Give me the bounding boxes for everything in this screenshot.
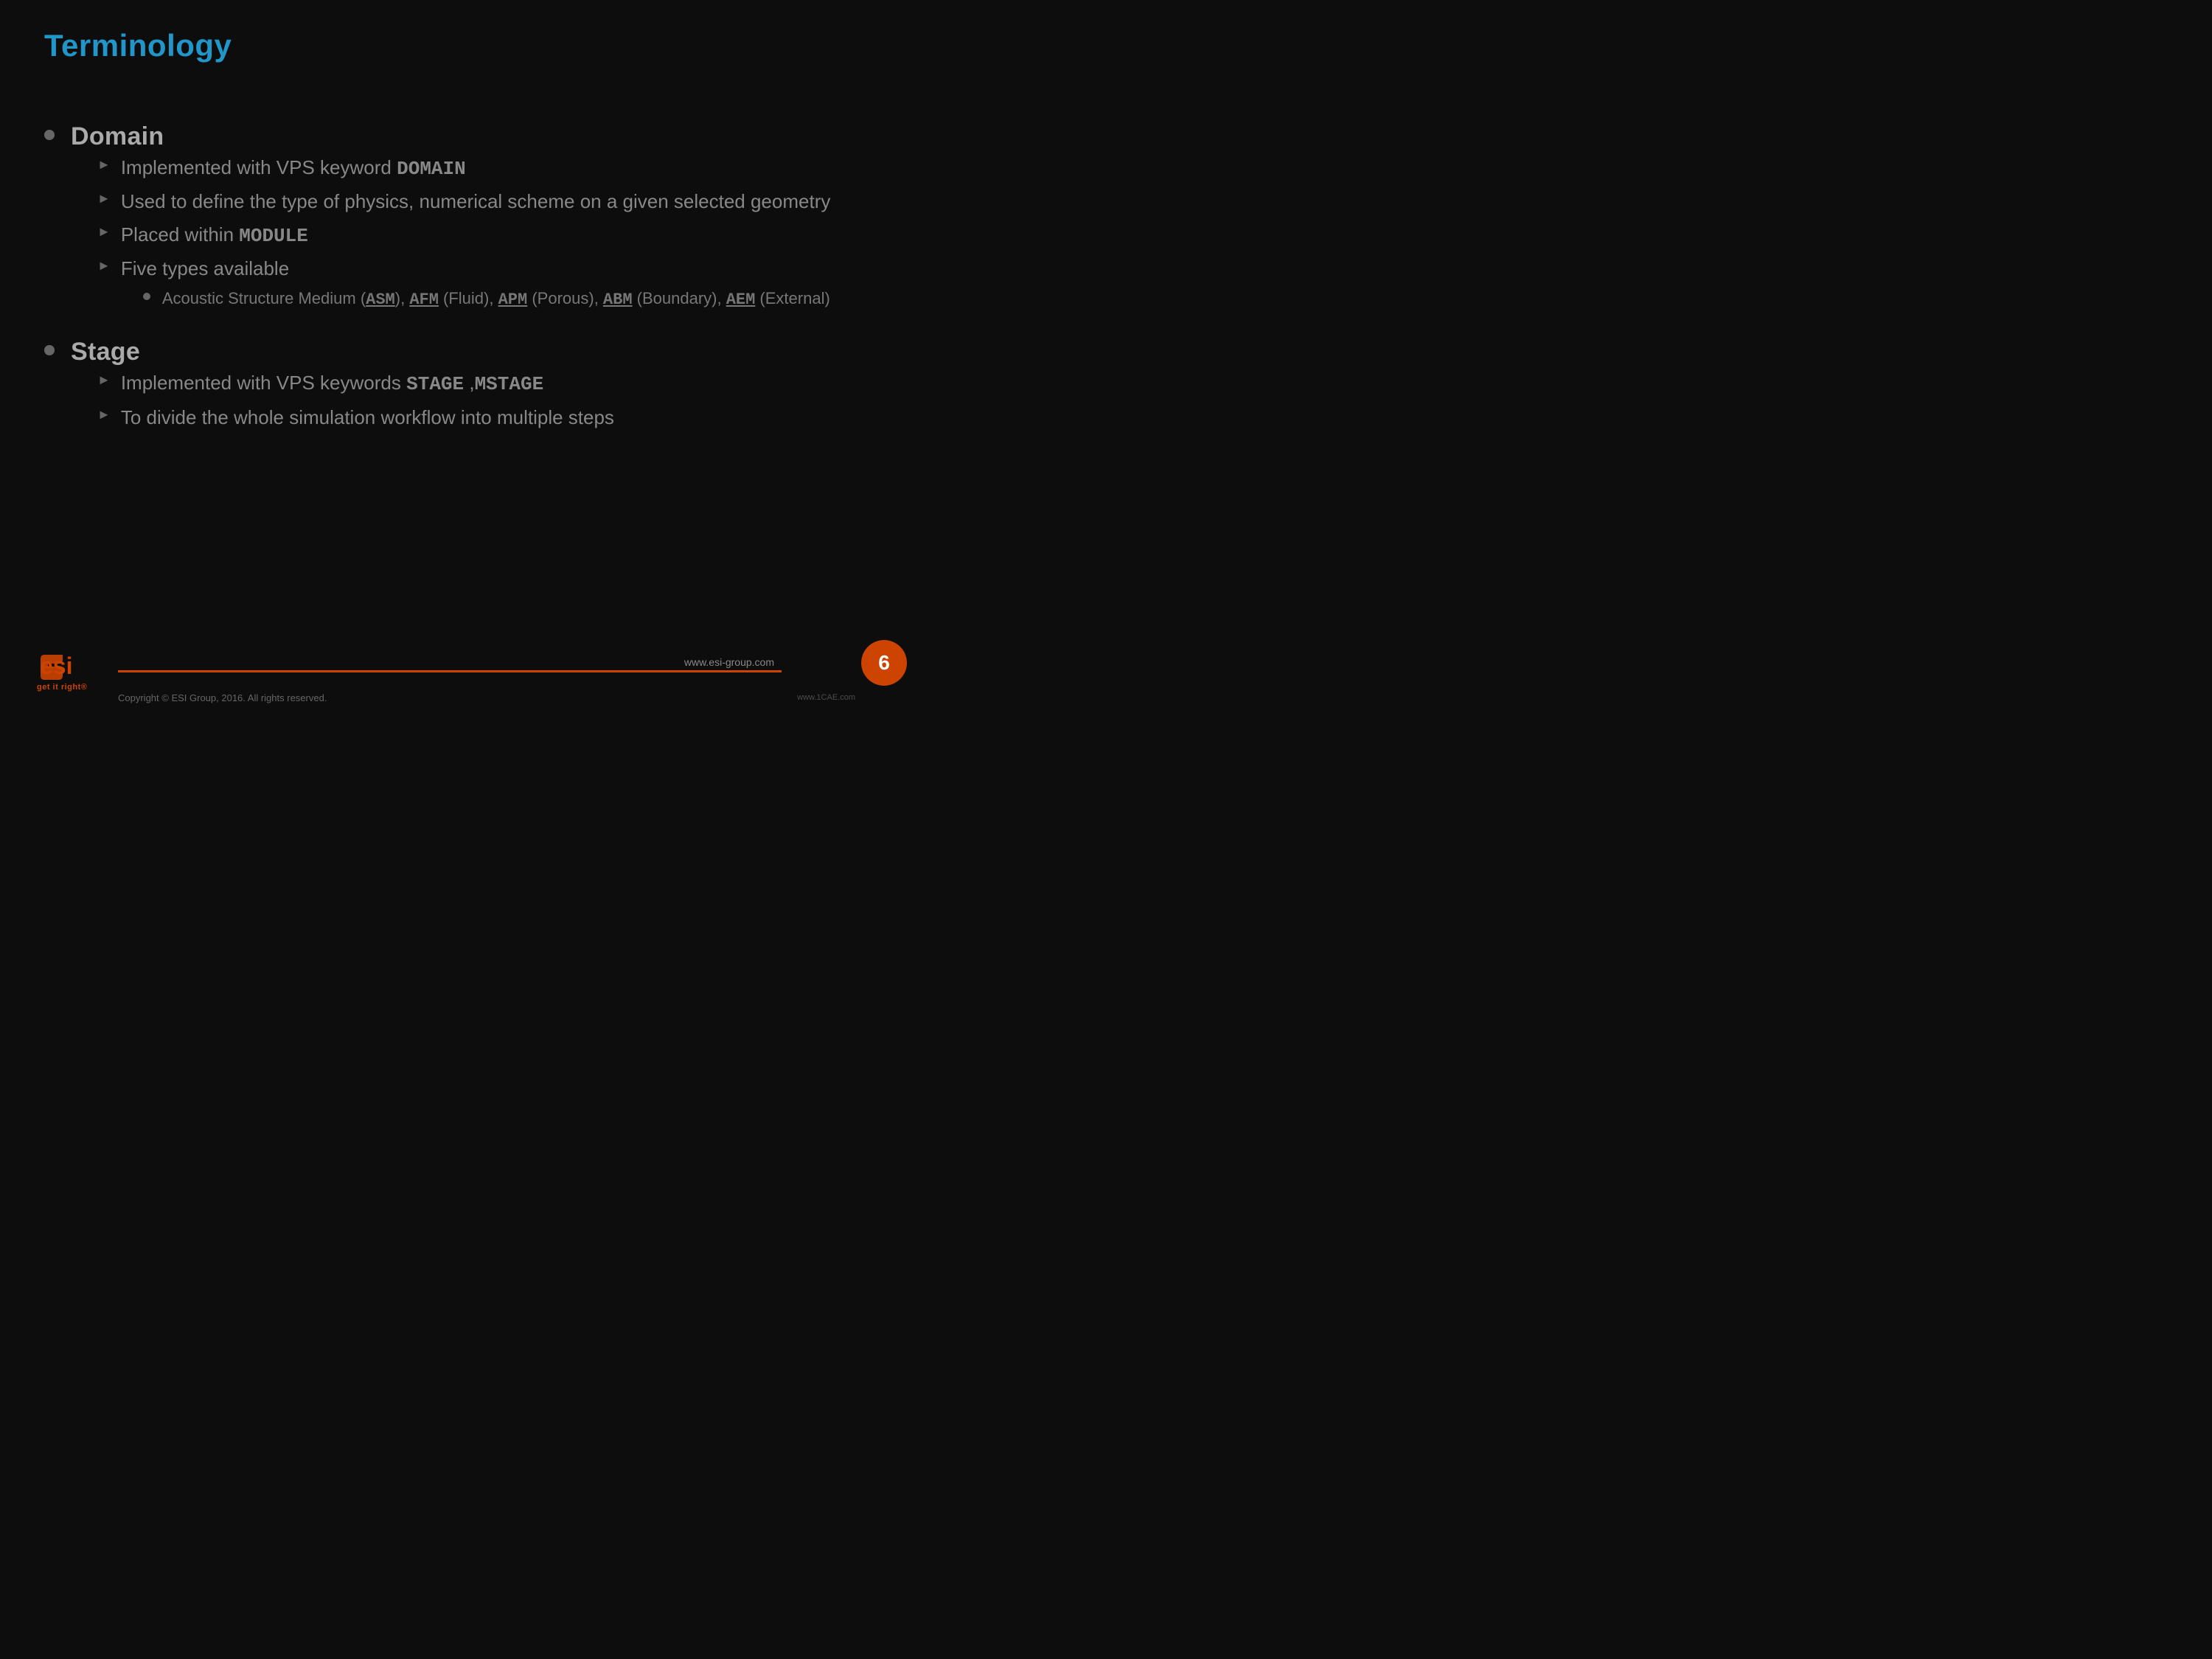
svg-text:esi: esi	[40, 653, 72, 679]
footer-url: www.esi-group.com	[684, 656, 774, 668]
domain-sub-item-2: ► Used to define the type of physics, nu…	[97, 188, 830, 215]
esi-logo-svg: esi	[37, 649, 87, 681]
domain-sub-item-3: ► Placed within MODULE	[97, 221, 830, 249]
arrow-icon-1: ►	[97, 157, 111, 173]
arrow-icon-5: ►	[97, 372, 111, 388]
stage-label: Stage	[71, 338, 614, 366]
content-area: Domain ► Implemented with VPS keyword DO…	[0, 78, 944, 437]
footer-line	[118, 670, 782, 672]
stage-bullet: Stage ► Implemented with VPS keywords ST…	[44, 338, 900, 437]
domain-sub-text-3: Placed within MODULE	[121, 221, 308, 249]
stage-sub-text-2: To divide the whole simulation workflow …	[121, 404, 614, 431]
arrow-icon-2: ►	[97, 191, 111, 206]
domain-sub-list: ► Implemented with VPS keyword DOMAIN ► …	[97, 154, 830, 316]
arrow-icon-6: ►	[97, 407, 111, 422]
domain-sub-text-2: Used to define the type of physics, nume…	[121, 188, 831, 215]
esi-logo: esi get it right®	[37, 649, 87, 692]
domain-sub-text-4: Five types available	[121, 257, 289, 279]
stage-sub-item-2: ► To divide the whole simulation workflo…	[97, 404, 614, 431]
domain-sub-sub-text-1: Acoustic Structure Medium (ASM), AFM (Fl…	[162, 287, 830, 312]
page-number: 6	[861, 640, 907, 686]
domain-sub-sub-list: Acoustic Structure Medium (ASM), AFM (Fl…	[143, 287, 830, 312]
stage-sub-item-1: ► Implemented with VPS keywords STAGE ,M…	[97, 369, 614, 397]
arrow-icon-4: ►	[97, 258, 111, 274]
slide: Terminology Domain ► Implemented with VP…	[0, 0, 944, 708]
domain-label: Domain	[71, 122, 830, 151]
domain-sub-text-1: Implemented with VPS keyword DOMAIN	[121, 154, 466, 182]
stage-dot	[44, 345, 55, 355]
domain-sub-item-1: ► Implemented with VPS keyword DOMAIN	[97, 154, 830, 182]
sub-sub-dot-1	[143, 293, 150, 300]
footer-logo: esi get it right®	[37, 649, 87, 692]
slide-title: Terminology	[0, 0, 944, 63]
watermark: www.1CAE.com	[797, 693, 855, 702]
stage-sub-list: ► Implemented with VPS keywords STAGE ,M…	[97, 369, 614, 431]
domain-sub-item-4: ► Five types available Acoustic Stru	[97, 255, 830, 316]
arrow-icon-3: ►	[97, 224, 111, 240]
esi-tagline: get it right®	[37, 683, 87, 692]
domain-bullet: Domain ► Implemented with VPS keyword DO…	[44, 122, 900, 321]
domain-dot	[44, 130, 55, 140]
stage-sub-text-1: Implemented with VPS keywords STAGE ,MST…	[121, 369, 543, 397]
domain-sub-sub-item-1: Acoustic Structure Medium (ASM), AFM (Fl…	[143, 287, 830, 312]
footer-copyright: Copyright © ESI Group, 2016. All rights …	[118, 692, 327, 703]
